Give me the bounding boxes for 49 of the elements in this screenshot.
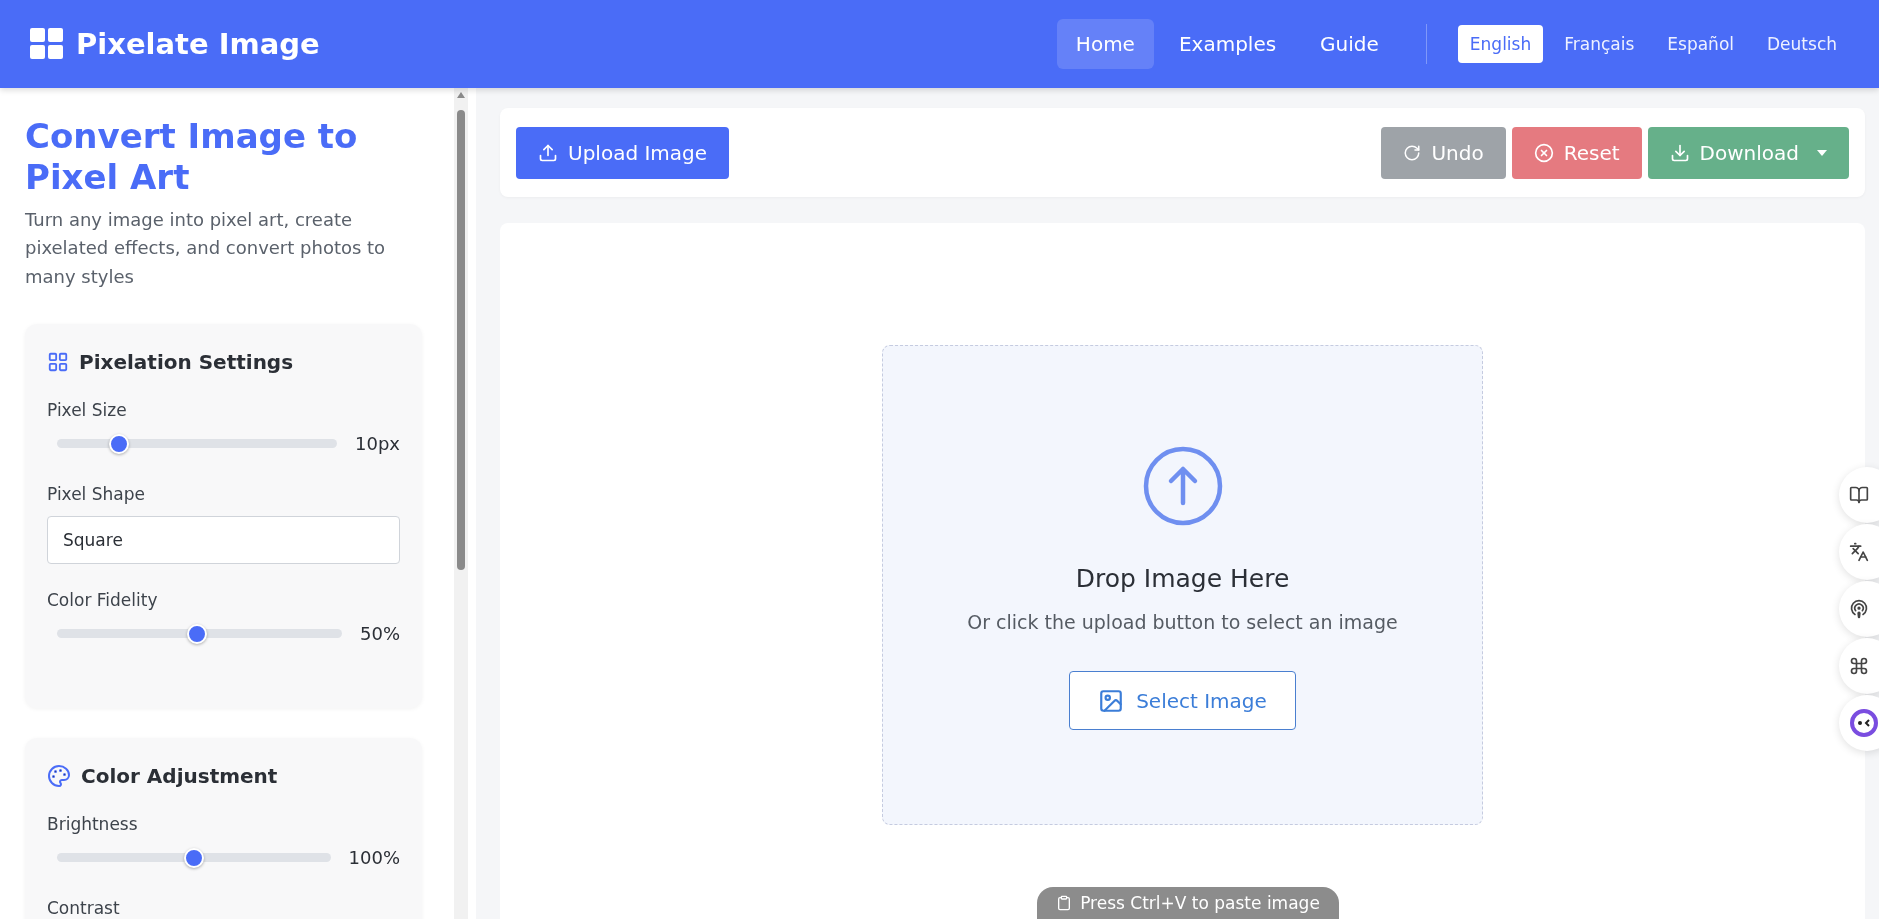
grid-icon bbox=[47, 351, 69, 373]
slider-thumb[interactable] bbox=[186, 624, 207, 644]
page-description: Turn any image into pixel art, create pixelated effects, and convert photos to many styles bbox=[25, 207, 387, 290]
field-label: Color Fidelity bbox=[47, 590, 159, 610]
image-icon bbox=[1098, 687, 1125, 714]
rotate-icon bbox=[1403, 143, 1422, 162]
download-button[interactable]: Download bbox=[1647, 126, 1849, 179]
scrollbar[interactable] bbox=[454, 88, 468, 919]
card-title: Pixelation Settings bbox=[79, 350, 294, 374]
slider-value: 50% bbox=[360, 623, 400, 645]
slider-thumb[interactable] bbox=[108, 434, 129, 454]
language-link[interactable]: Español bbox=[1655, 25, 1747, 63]
language-link[interactable]: Français bbox=[1552, 25, 1647, 63]
broadcast-icon bbox=[1849, 599, 1869, 619]
bot-face-icon bbox=[1849, 708, 1879, 738]
drop-hint: Or click the upload button to select an image bbox=[967, 611, 1398, 633]
language-link[interactable]: Deutsch bbox=[1755, 25, 1849, 63]
reset-button[interactable]: Reset bbox=[1511, 126, 1642, 179]
upload-button[interactable]: Upload Image bbox=[516, 126, 730, 179]
caret-icon bbox=[1817, 149, 1827, 156]
book-icon bbox=[1849, 485, 1869, 505]
field-label: Pixel Size bbox=[47, 400, 128, 420]
palette-icon bbox=[47, 764, 71, 788]
field-label: Contrast bbox=[47, 898, 121, 918]
page-heading: Convert Image to Pixel Art bbox=[25, 116, 359, 198]
clipboard-icon bbox=[1056, 895, 1073, 911]
nav-link[interactable]: Guide bbox=[1301, 19, 1398, 69]
cloud-upload-icon bbox=[538, 142, 558, 163]
translate-icon bbox=[1849, 542, 1869, 562]
nav-link[interactable]: Home bbox=[1056, 19, 1154, 69]
field-label: Brightness bbox=[47, 814, 139, 834]
undo-button[interactable]: Undo bbox=[1381, 126, 1506, 179]
language-link[interactable]: English bbox=[1457, 25, 1544, 63]
slider-thumb[interactable] bbox=[183, 848, 204, 868]
download-icon bbox=[1669, 142, 1690, 163]
shape-select[interactable]: Square bbox=[47, 516, 400, 564]
site-title: Pixelate Image bbox=[76, 27, 320, 61]
card-title: Color Adjustment bbox=[81, 764, 278, 788]
command-icon bbox=[1849, 656, 1869, 676]
paste-hint-text: Press Ctrl+V to paste image bbox=[1080, 893, 1320, 913]
select-image-button[interactable]: Select Image bbox=[1069, 671, 1296, 730]
nav-link[interactable]: Examples bbox=[1159, 19, 1296, 69]
slider-value: 100% bbox=[348, 847, 400, 869]
drop-title: Drop Image Here bbox=[1075, 564, 1290, 593]
slider-value: 10px bbox=[355, 433, 400, 455]
drop-zone[interactable]: Drop Image Here Or click the upload button to select an image Select Image bbox=[882, 345, 1483, 825]
field-label: Pixel Shape bbox=[47, 484, 146, 504]
grid-logo-icon bbox=[30, 28, 64, 60]
close-circle-icon bbox=[1533, 142, 1554, 163]
